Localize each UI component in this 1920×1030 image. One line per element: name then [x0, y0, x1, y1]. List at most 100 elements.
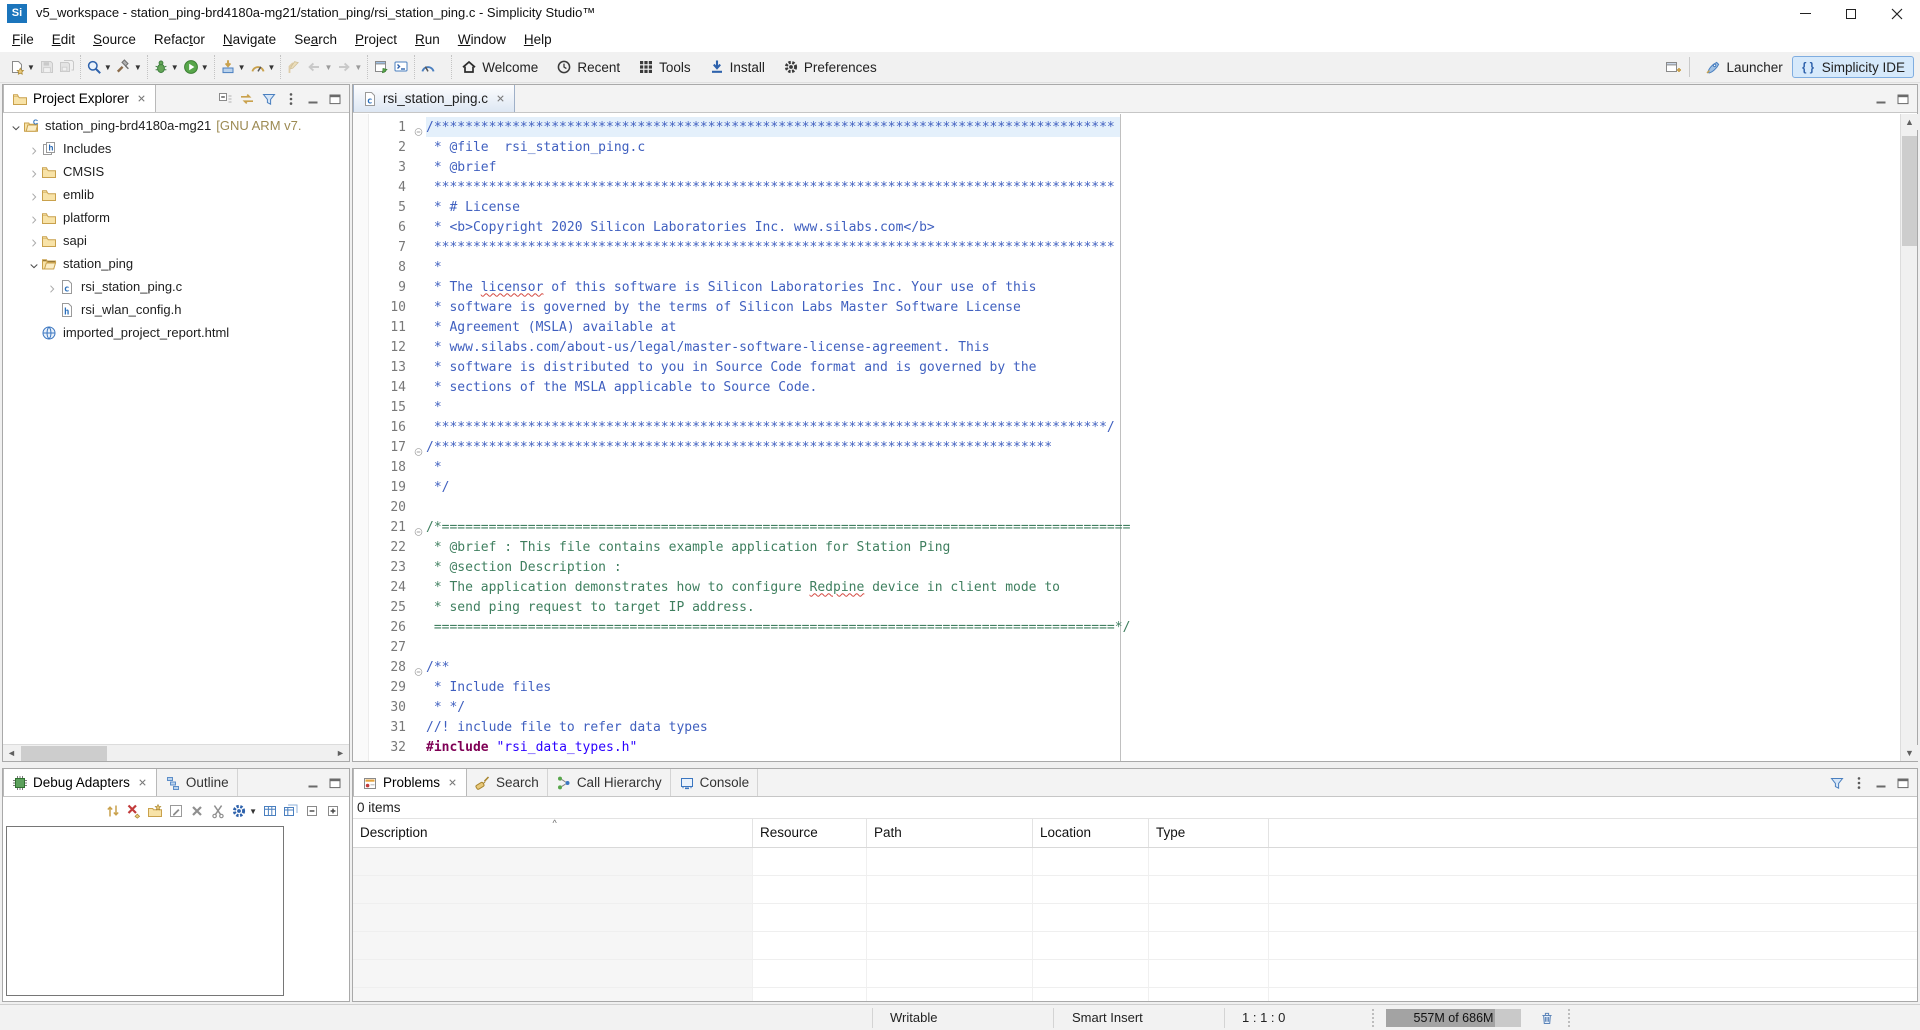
chevron-down-icon[interactable] [28, 258, 40, 270]
open-wizard-button[interactable] [371, 55, 391, 79]
vscroll-thumb[interactable] [1902, 136, 1917, 246]
close-icon[interactable] [447, 777, 458, 788]
fold-collapse-icon[interactable] [410, 439, 426, 455]
debug-button[interactable]: ▼ [151, 55, 181, 79]
chevron-right-icon[interactable] [28, 143, 40, 155]
menu-window[interactable]: Window [449, 29, 515, 50]
view-menu-button[interactable] [281, 88, 301, 110]
tab-project-explorer[interactable]: Project Explorer [3, 85, 156, 112]
filter-button[interactable] [1827, 772, 1847, 794]
dropdown-arrow-icon[interactable]: ▼ [354, 63, 362, 72]
link-with-editor-button[interactable] [237, 88, 257, 110]
perspective-simplicity-ide[interactable]: { }Simplicity IDE [1792, 56, 1914, 78]
tab-problems[interactable]: Problems [353, 769, 467, 796]
dropdown-arrow-icon[interactable]: ▼ [27, 63, 35, 72]
menu-search[interactable]: Search [285, 29, 346, 50]
delete-connection-button[interactable] [124, 799, 144, 823]
view-menu-button[interactable] [1849, 772, 1869, 794]
tools-button[interactable]: Tools [629, 55, 700, 79]
chevron-right-icon[interactable] [28, 189, 40, 201]
tab-debug-adapters[interactable]: Debug Adapters [3, 769, 157, 796]
minimize-button[interactable] [303, 772, 323, 794]
minimize-button[interactable] [1871, 88, 1891, 110]
flash-programmer-button[interactable]: ▼ [218, 55, 248, 79]
build-button[interactable]: ▼ [114, 55, 144, 79]
collapse-all-button[interactable] [215, 88, 235, 110]
menu-source[interactable]: Source [84, 29, 145, 50]
tab-search[interactable]: Search [467, 769, 548, 796]
dropdown-arrow-icon[interactable]: ▼ [104, 63, 112, 72]
copy-table-button[interactable] [281, 799, 301, 823]
close-item-button[interactable] [187, 799, 207, 823]
filter-button[interactable] [259, 88, 279, 110]
dropdown-arrow-icon[interactable]: ▼ [134, 63, 142, 72]
scroll-up-icon[interactable]: ▲ [1901, 114, 1918, 130]
column-header-resource[interactable]: Resource [753, 819, 867, 847]
expand-box-button[interactable] [323, 799, 343, 823]
save-button[interactable] [37, 55, 57, 79]
scroll-right-icon[interactable]: ► [332, 745, 349, 761]
fold-collapse-icon[interactable] [410, 119, 426, 135]
chevron-right-icon[interactable] [28, 235, 40, 247]
run-garbage-collector-button[interactable] [1537, 1009, 1557, 1027]
forward-button[interactable]: ▼ [334, 55, 364, 79]
minimize-button[interactable] [303, 88, 323, 110]
dropdown-arrow-icon[interactable]: ▼ [201, 63, 209, 72]
editor-vscrollbar[interactable]: ▲ ▼ [1900, 114, 1917, 761]
menu-edit[interactable]: Edit [43, 29, 84, 50]
column-header-description[interactable]: ^Description [353, 819, 753, 847]
maximize-button[interactable] [325, 88, 345, 110]
maximize-button[interactable] [1893, 772, 1913, 794]
perspective-launcher[interactable]: Launcher [1696, 56, 1791, 78]
tree-item-includes[interactable]: hIncludes [3, 137, 349, 160]
menu-navigate[interactable]: Navigate [214, 29, 285, 50]
menu-project[interactable]: Project [346, 29, 406, 50]
menu-refactor[interactable]: Refactor [145, 29, 214, 50]
dropdown-arrow-icon[interactable]: ▼ [324, 63, 332, 72]
close-icon[interactable] [495, 93, 506, 104]
menu-file[interactable]: File [3, 29, 43, 50]
close-icon[interactable] [136, 93, 147, 104]
sort-button[interactable] [103, 799, 123, 823]
tab-call-hierarchy[interactable]: Call Hierarchy [548, 769, 671, 796]
tab-outline[interactable]: Outline [157, 769, 238, 796]
hscroll-thumb[interactable] [21, 746, 107, 761]
rename-button[interactable] [166, 799, 186, 823]
preferences-button[interactable]: Preferences [774, 55, 886, 79]
network-analyzer-button[interactable] [418, 55, 438, 79]
debug-attach-button[interactable] [391, 55, 411, 79]
minimize-button[interactable] [1871, 772, 1891, 794]
tree-item-sapi[interactable]: sapi [3, 229, 349, 252]
tree-item-platform[interactable]: platform [3, 206, 349, 229]
tree-item-station-ping-brd4180a-mg21[interactable]: Cstation_ping-brd4180a-mg21[GNU ARM v7. [3, 114, 349, 137]
window-close-button[interactable] [1874, 0, 1920, 27]
tree-item-imported-project-report-html[interactable]: imported_project_report.html [3, 321, 349, 344]
tree-item-cmsis[interactable]: CMSIS [3, 160, 349, 183]
tree-item-emlib[interactable]: emlib [3, 183, 349, 206]
maximize-button[interactable] [325, 772, 345, 794]
tree-item-rsi-station-ping-c[interactable]: crsi_station_ping.c [3, 275, 349, 298]
chevron-down-icon[interactable] [10, 120, 22, 132]
install-button[interactable]: Install [700, 55, 774, 79]
collapse-box-button[interactable] [302, 799, 322, 823]
run-button[interactable]: ▼ [181, 55, 211, 79]
dropdown-arrow-icon[interactable]: ▼ [238, 63, 246, 72]
open-perspective-button[interactable] [1663, 55, 1683, 79]
close-icon[interactable] [137, 777, 148, 788]
chevron-right-icon[interactable] [28, 212, 40, 224]
fold-collapse-icon[interactable] [410, 659, 426, 675]
settings-gear-button[interactable]: ▼ [229, 799, 259, 823]
column-header-path[interactable]: Path [867, 819, 1033, 847]
columns-table-button[interactable] [260, 799, 280, 823]
scroll-left-icon[interactable]: ◄ [3, 745, 20, 761]
window-maximize-button[interactable] [1828, 0, 1874, 27]
tab-console[interactable]: Console [671, 769, 759, 796]
new-wizard-button[interactable]: ▼ [7, 55, 37, 79]
dropdown-arrow-icon[interactable]: ▼ [268, 63, 276, 72]
recent-button[interactable]: Recent [547, 55, 629, 79]
chevron-right-icon[interactable] [46, 281, 58, 293]
back-button[interactable]: ▼ [304, 55, 334, 79]
last-edit-location-button[interactable] [284, 55, 304, 79]
tab-rsi-station-ping-c[interactable]: c rsi_station_ping.c [353, 85, 515, 112]
window-minimize-button[interactable] [1782, 0, 1828, 27]
